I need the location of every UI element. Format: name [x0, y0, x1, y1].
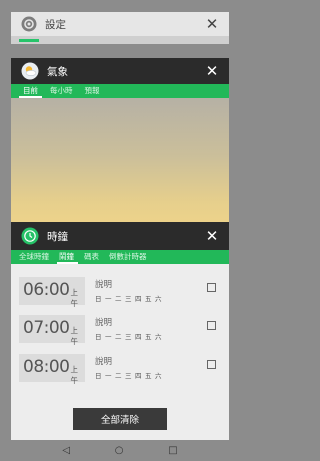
settings-preview-strip: [11, 36, 229, 44]
day-tue[interactable]: 二: [115, 370, 122, 380]
day-sat[interactable]: 六: [155, 331, 162, 341]
alarm-time-value: 06:00: [23, 280, 70, 300]
alarm-enable-checkbox[interactable]: [207, 283, 216, 292]
tab-timer[interactable]: 倒數計時器: [105, 251, 153, 264]
alarm-time[interactable]: 06:00 上午: [19, 277, 85, 308]
alarm-ampm: 上午: [70, 365, 79, 385]
alarm-time[interactable]: 08:00 上午: [19, 354, 85, 385]
day-sat[interactable]: 六: [155, 370, 162, 380]
weather-app-card[interactable]: 氣象 ✕ 目前 每小時 預報: [11, 58, 229, 228]
tab-forecast[interactable]: 預報: [79, 85, 106, 98]
day-mon[interactable]: 一: [105, 370, 112, 380]
day-thu[interactable]: 四: [135, 370, 142, 380]
alarm-row[interactable]: 07:00 上午 說明 日 一 二 三 四 五 六: [19, 315, 223, 346]
weather-preview-background: [11, 98, 229, 228]
clear-all-button[interactable]: 全部清除: [73, 408, 167, 430]
day-wed[interactable]: 三: [125, 370, 132, 380]
settings-app-card[interactable]: 設定 ✕: [11, 12, 229, 44]
clock-close-icon[interactable]: ✕: [205, 228, 219, 244]
weather-app-icon: [21, 62, 39, 80]
alarm-time[interactable]: 07:00 上午: [19, 315, 85, 346]
day-thu[interactable]: 四: [135, 331, 142, 341]
day-tue[interactable]: 二: [115, 293, 122, 303]
alarm-ampm: 上午: [70, 288, 79, 308]
tab-hourly[interactable]: 每小時: [44, 85, 79, 98]
recents-icon[interactable]: □: [168, 446, 177, 456]
clock-app-icon: [21, 227, 39, 245]
day-wed[interactable]: 三: [125, 293, 132, 303]
alarm-row[interactable]: 08:00 上午 說明 日 一 二 三 四 五 六: [19, 354, 223, 385]
day-fri[interactable]: 五: [145, 331, 152, 341]
weather-close-icon[interactable]: ✕: [205, 63, 219, 79]
tab-stopwatch[interactable]: 碼表: [80, 251, 105, 264]
day-sun[interactable]: 日: [95, 331, 102, 341]
clock-card-title: 時鐘: [47, 230, 68, 243]
alarm-time-value: 08:00: [23, 357, 70, 377]
system-nav-bar: ◁ ○ □: [0, 441, 240, 461]
day-sat[interactable]: 六: [155, 293, 162, 303]
weather-card-title: 氣象: [47, 65, 68, 78]
day-thu[interactable]: 四: [135, 293, 142, 303]
alarm-description[interactable]: 說明: [95, 355, 112, 367]
alarm-repeat-days: 日 一 二 三 四 五 六: [95, 370, 162, 380]
settings-card-header: 設定 ✕: [11, 12, 229, 36]
clock-tab-bar: 全球時鐘 鬧鐘 碼表 倒數計時器: [11, 250, 229, 264]
alarm-ampm: 上午: [70, 326, 79, 346]
day-wed[interactable]: 三: [125, 331, 132, 341]
alarm-description[interactable]: 說明: [95, 316, 112, 328]
day-mon[interactable]: 一: [105, 331, 112, 341]
alarm-time-value: 07:00: [23, 318, 70, 338]
day-sun[interactable]: 日: [95, 370, 102, 380]
settings-close-icon[interactable]: ✕: [205, 16, 219, 32]
settings-card-title: 設定: [45, 18, 66, 31]
alarm-repeat-days: 日 一 二 三 四 五 六: [95, 331, 162, 341]
day-fri[interactable]: 五: [145, 370, 152, 380]
home-icon[interactable]: ○: [115, 446, 124, 456]
day-mon[interactable]: 一: [105, 293, 112, 303]
settings-gear-icon: [21, 16, 37, 32]
alarm-enable-checkbox[interactable]: [207, 360, 216, 369]
day-fri[interactable]: 五: [145, 293, 152, 303]
tab-current[interactable]: 目前: [17, 85, 44, 98]
alarm-enable-checkbox[interactable]: [207, 321, 216, 330]
day-tue[interactable]: 二: [115, 331, 122, 341]
back-icon[interactable]: ◁: [62, 446, 70, 456]
alarm-row[interactable]: 06:00 上午 說明 日 一 二 三 四 五 六: [19, 277, 223, 308]
clock-app-card[interactable]: 時鐘 ✕ 全球時鐘 鬧鐘 碼表 倒數計時器 06:00 上午 說明 日 一 二 …: [11, 222, 229, 440]
tab-alarm[interactable]: 鬧鐘: [55, 251, 80, 264]
alarm-description[interactable]: 說明: [95, 278, 112, 290]
clock-card-header: 時鐘 ✕: [11, 222, 229, 250]
tab-world-clock[interactable]: 全球時鐘: [15, 251, 55, 264]
day-sun[interactable]: 日: [95, 293, 102, 303]
weather-tab-bar: 目前 每小時 預報: [11, 84, 229, 98]
weather-card-header: 氣象 ✕: [11, 58, 229, 84]
alarm-repeat-days: 日 一 二 三 四 五 六: [95, 293, 162, 303]
